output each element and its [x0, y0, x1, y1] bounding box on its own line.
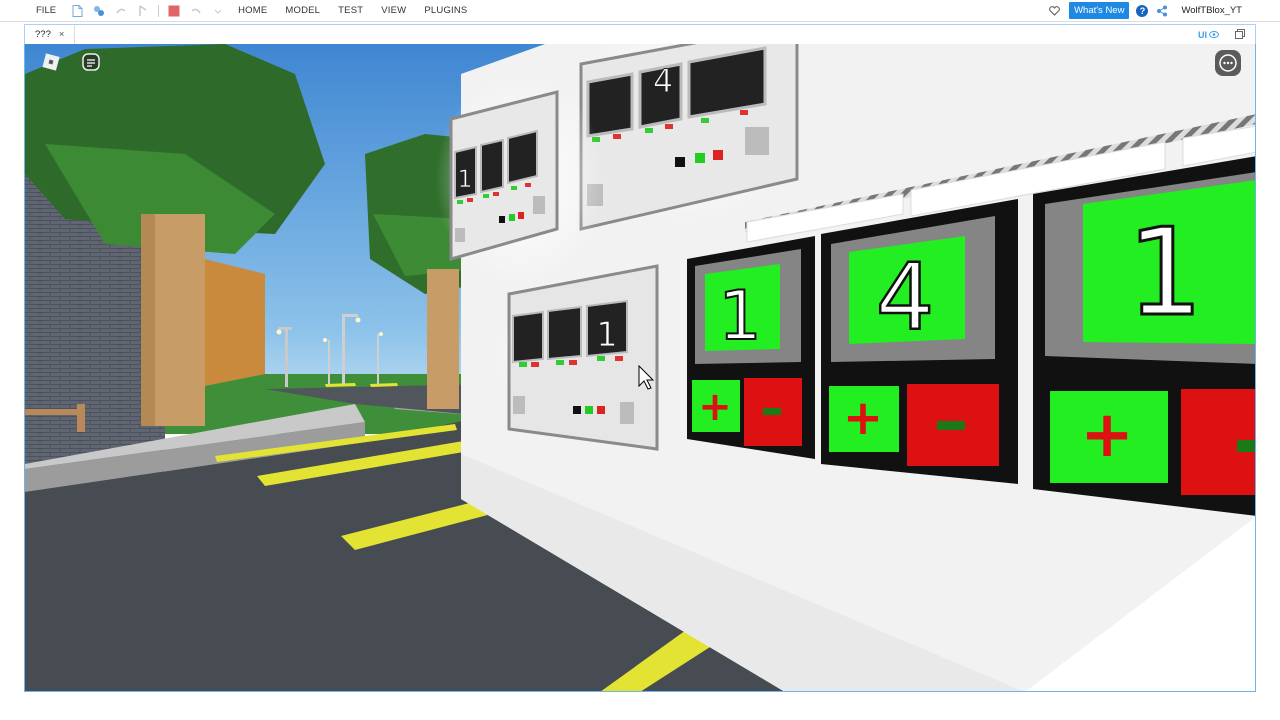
studio-ribbon: FILE HOME MODEL TEST VIEW PLUGINS What's…	[0, 0, 1280, 22]
new-file-icon[interactable]	[71, 4, 83, 17]
minus-glyph	[937, 421, 965, 430]
tab-label: ???	[35, 29, 51, 40]
roblox-menu-icon[interactable]	[41, 52, 61, 72]
chat-icon[interactable]	[81, 52, 101, 72]
menu-test[interactable]: TEST	[329, 5, 372, 16]
ui-toggle-label: UI	[1198, 29, 1207, 40]
score-display-value: 1	[1127, 204, 1203, 343]
counter-panel-small: 1	[495, 264, 665, 451]
game-viewport[interactable]: 4 1 1 1 + 4 + 1 +	[24, 44, 1256, 692]
file-menu[interactable]: FILE	[0, 5, 66, 16]
tab-place[interactable]: ??? ×	[25, 24, 76, 45]
group-icon[interactable]	[93, 5, 105, 17]
stop-icon[interactable]	[168, 5, 180, 17]
minus-glyph	[1237, 440, 1255, 452]
scoreboard-panel: 1 +	[687, 236, 815, 459]
more-options-icon[interactable]	[1215, 50, 1241, 76]
mini-display-value: 4	[653, 62, 673, 100]
scoreboard-panel: 1 +	[1033, 156, 1255, 516]
score-display-value: 4	[876, 244, 935, 351]
tree-trunk	[427, 269, 459, 409]
whats-new-button[interactable]: What's New	[1069, 2, 1130, 19]
restore-icon[interactable]	[1235, 28, 1245, 41]
mini-display-value: 1	[457, 165, 472, 193]
mini-display-value: 1	[596, 315, 618, 355]
eye-icon	[1209, 31, 1219, 38]
tab-bar-tools: UI	[1198, 28, 1255, 41]
username-label[interactable]: WolfTBlox_YT	[1181, 5, 1242, 16]
redo-icon[interactable]	[115, 5, 127, 17]
counter-panel-small: 1	[435, 74, 605, 284]
plus-label: +	[1080, 398, 1134, 472]
ui-visibility-toggle[interactable]: UI	[1198, 30, 1219, 40]
dropdown-chevron-icon[interactable]	[212, 5, 224, 17]
document-tab-bar: ??? × UI	[24, 24, 1256, 45]
score-display-value: 1	[718, 277, 761, 356]
tree-trunk-shade	[141, 214, 155, 426]
share-icon[interactable]	[1156, 5, 1168, 17]
ribbon-right-group: What's New ? WolfTBlox_YT	[1043, 0, 1280, 22]
bench	[25, 409, 85, 415]
menu-view[interactable]: VIEW	[372, 5, 415, 16]
move-icon[interactable]	[137, 4, 149, 17]
plus-label: +	[843, 390, 883, 446]
scoreboard-panel: 4 +	[821, 199, 1018, 484]
ribbon-divider	[158, 4, 160, 17]
bench-post	[77, 404, 85, 432]
plus-label: +	[698, 384, 732, 430]
favorite-heart-icon[interactable]	[1048, 5, 1060, 17]
minus-glyph	[763, 408, 781, 415]
undo-icon[interactable]	[190, 5, 202, 17]
scene-render: 4 1 1 1 + 4 + 1 +	[25, 44, 1255, 691]
help-icon[interactable]: ?	[1136, 4, 1149, 17]
menu-home[interactable]: HOME	[229, 5, 276, 16]
menu-plugins[interactable]: PLUGINS	[415, 5, 476, 16]
close-tab-icon[interactable]: ×	[59, 29, 65, 40]
menu-model[interactable]: MODEL	[276, 5, 329, 16]
